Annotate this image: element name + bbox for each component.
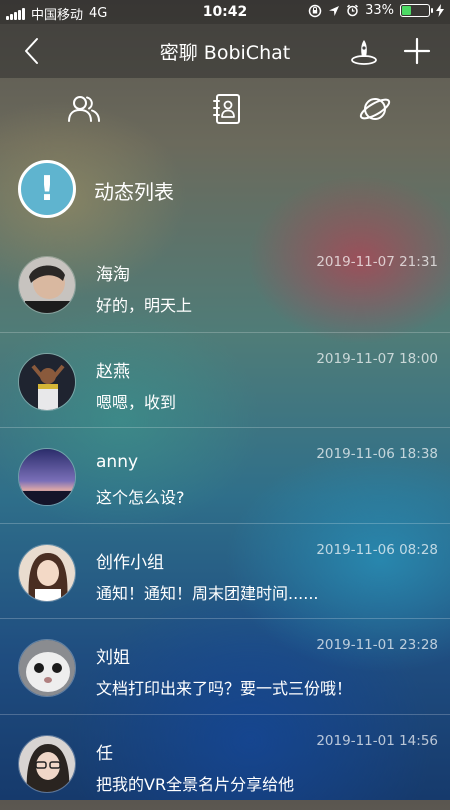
- planet-icon[interactable]: [358, 92, 392, 126]
- message-time: 2019-11-07 21:31: [316, 254, 438, 270]
- location-icon: [329, 5, 340, 16]
- avatar: [18, 256, 76, 314]
- last-message: 把我的VR全景名片分享给他: [96, 774, 295, 794]
- charging-icon: [436, 4, 444, 17]
- conversation-row[interactable]: 任 把我的VR全景名片分享给他 2019-11-01 14:56: [0, 713, 450, 810]
- rocket-icon[interactable]: [350, 38, 378, 66]
- conversation-row[interactable]: 刘姐 文档打印出来了吗？要一式三份哦！ 2019-11-01 23:28: [0, 618, 450, 714]
- add-icon[interactable]: [402, 36, 432, 66]
- tab-bar: [0, 78, 450, 140]
- contact-name: 任: [96, 743, 113, 764]
- nav-bar: 密聊 BobiChat: [0, 24, 450, 78]
- avatar: [18, 352, 76, 411]
- last-message: 文档打印出来了吗？要一式三份哦！: [96, 679, 353, 699]
- info-icon: !: [18, 160, 76, 218]
- message-time: 2019-11-06 08:28: [316, 541, 438, 558]
- status-right: 33%: [308, 3, 444, 18]
- last-message: 通知！通知！周末团建时间......: [96, 583, 319, 603]
- message-time: 2019-11-07 18:00: [316, 350, 438, 367]
- feed-header[interactable]: ! 动态列表: [0, 152, 450, 228]
- conversation-row[interactable]: 海淘 好的，明天上 2019-11-07 21:31: [0, 236, 450, 332]
- conversation-list: 海淘 好的，明天上 2019-11-07 21:31 赵燕 嗯嗯，收到 2019…: [0, 236, 450, 810]
- lock-rotation-icon: [308, 4, 322, 17]
- battery-icon: [400, 4, 433, 17]
- battery-percent: 33%: [365, 3, 394, 18]
- contact-name: 创作小组: [96, 552, 164, 573]
- contacts-icon[interactable]: [67, 92, 101, 126]
- message-time: 2019-11-01 23:28: [316, 637, 438, 654]
- alarm-icon: [347, 4, 359, 17]
- contact-name: 海淘: [96, 265, 130, 285]
- avatar: [18, 448, 76, 507]
- address-book-icon[interactable]: [210, 92, 244, 126]
- last-message: 这个怎么设?: [96, 488, 185, 508]
- feed-title: 动态列表: [94, 180, 174, 204]
- message-time: 2019-11-01 14:56: [316, 732, 438, 749]
- last-message: 好的，明天上: [96, 296, 193, 315]
- conversation-row[interactable]: 创作小组 通知！通知！周末团建时间...... 2019-11-06 08:28: [0, 522, 450, 619]
- avatar: [18, 639, 76, 698]
- conversation-row[interactable]: 赵燕 嗯嗯，收到 2019-11-07 18:00: [0, 331, 450, 428]
- message-time: 2019-11-06 18:38: [316, 446, 438, 463]
- avatar: [18, 734, 76, 793]
- contact-name: 刘姐: [96, 648, 130, 669]
- contact-name: 赵燕: [96, 361, 130, 382]
- last-message: 嗯嗯，收到: [96, 392, 177, 412]
- avatar: [18, 543, 76, 602]
- contact-name: anny: [96, 452, 139, 473]
- page-title: 密聊 BobiChat: [159, 42, 291, 64]
- status-bar: 中国移动 4G 10:42 33%: [0, 0, 450, 24]
- conversation-row[interactable]: anny 这个怎么设? 2019-11-06 18:38: [0, 427, 450, 523]
